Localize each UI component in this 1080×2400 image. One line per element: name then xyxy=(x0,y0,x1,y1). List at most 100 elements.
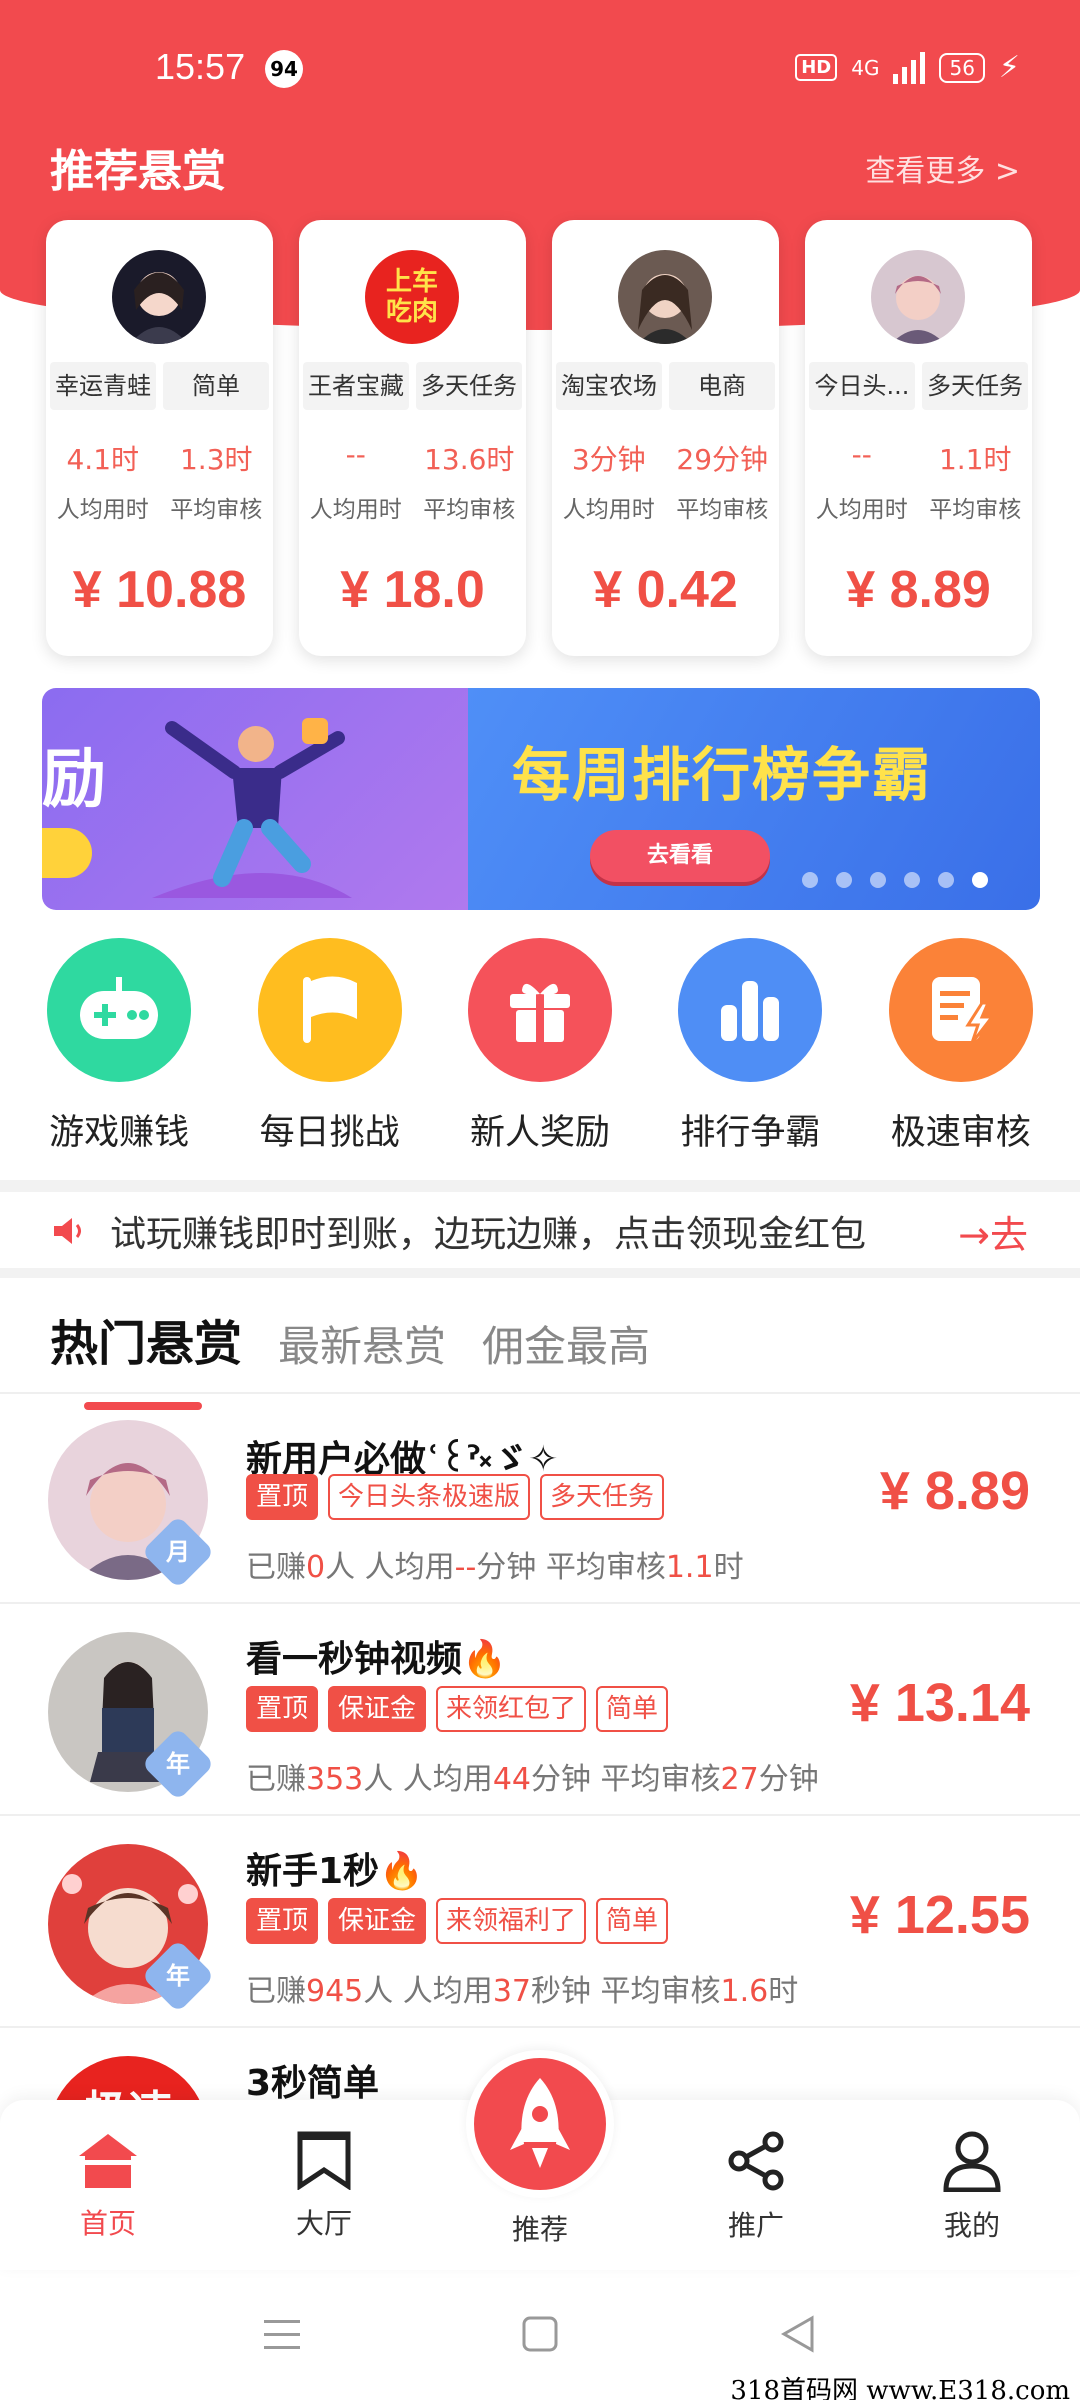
nav-label: 推广 xyxy=(727,2209,784,2242)
avg-review-label: 平均审核 xyxy=(170,497,263,523)
home-icon xyxy=(79,2134,137,2188)
card-price: ¥ 18.0 xyxy=(340,561,485,619)
banner-go-button[interactable]: 去看看 xyxy=(590,830,770,882)
quick-action-label: 排行争霸 xyxy=(680,1113,821,1153)
quick-action-daily[interactable]: 每日挑战 xyxy=(230,938,430,1155)
quick-action-circle xyxy=(467,938,612,1082)
avg-review-label: 平均审核 xyxy=(423,497,516,523)
banner-left-button xyxy=(42,828,92,878)
banner-left-text: 励 xyxy=(42,743,106,817)
task-tag: 今日头条极速版 xyxy=(328,1474,531,1520)
status-bar: 15:57 94 HD 4G 56 ⚡ xyxy=(0,0,1080,135)
nav-recommend-label: 推荐 xyxy=(511,2213,568,2246)
quick-action-game[interactable]: 游戏赚钱 xyxy=(19,938,219,1155)
card-price: ¥ 0.42 xyxy=(593,561,738,619)
reward-card[interactable]: 上车吃肉 王者宝藏 多天任务 -- 人均用时 13.6时 平均审核 ¥ 18.0 xyxy=(299,220,526,656)
avg-review-value: 13.6时 xyxy=(424,443,515,476)
task-stats: 已赚353人 人均用44分钟 平均审核27分钟 xyxy=(246,1762,819,1797)
signal-icon xyxy=(893,51,926,84)
battery-icon: 56 xyxy=(939,52,985,83)
quick-action-newbie[interactable]: 新人奖励 xyxy=(440,938,640,1155)
task-row[interactable]: 年 看一秒钟视频🔥 置顶 保证金 来领红包了 简单 已赚353人 人均用44分钟… xyxy=(0,1606,1080,1816)
reward-card[interactable]: 今日头... 多天任务 -- 人均用时 1.1时 平均审核 ¥ 8.89 xyxy=(805,220,1032,656)
avg-review-value: 1.3时 xyxy=(179,443,253,476)
avg-time-value: 4.1时 xyxy=(66,443,140,476)
task-tag: 置顶 xyxy=(246,1898,319,1944)
nav-mine[interactable]: 我的 xyxy=(902,2130,1042,2244)
tab-highest-commission[interactable]: 佣金最高 xyxy=(482,1313,650,1374)
card-price: ¥ 10.88 xyxy=(72,561,247,619)
task-tag: 保证金 xyxy=(328,1686,427,1732)
task-tag: 置顶 xyxy=(246,1686,319,1732)
back-icon[interactable] xyxy=(778,2314,818,2354)
banner-slide-previous: 励 xyxy=(42,688,468,910)
quick-action-circle xyxy=(257,938,402,1082)
fast-review-icon xyxy=(931,977,995,1044)
task-stats: 已赚0人 人均用--分钟 平均审核1.1时 xyxy=(246,1550,744,1585)
avg-time-label: 人均用时 xyxy=(309,497,402,523)
home-square-icon[interactable] xyxy=(520,2314,560,2354)
charging-icon: ⚡ xyxy=(998,50,1020,85)
rocket-icon xyxy=(510,2078,570,2168)
gift-icon xyxy=(509,983,570,1042)
card-tag-type: 电商 xyxy=(669,362,775,410)
nav-label: 大厅 xyxy=(295,2207,352,2240)
user-icon xyxy=(943,2131,1001,2193)
quick-action-fast-review[interactable]: 极速审核 xyxy=(861,938,1061,1155)
task-stats: 已赚945人 人均用37秒钟 平均审核1.6时 xyxy=(246,1974,799,2009)
task-row[interactable]: 月 新用户必做ʿ꒰ˀ༝ゞ✧ 置顶 今日头条极速版 多天任务 已赚0人 人均用--… xyxy=(0,1394,1080,1604)
task-tag: 来领红包了 xyxy=(436,1686,587,1732)
banner-pagination xyxy=(802,872,988,888)
reward-card[interactable]: 幸运青蛙 简单 4.1时 人均用时 1.3时 平均审核 ¥ 10.88 xyxy=(46,220,273,656)
tab-hot[interactable]: 热门悬赏 xyxy=(50,1304,242,1410)
nav-hall[interactable]: 大厅 xyxy=(254,2130,394,2242)
share-icon xyxy=(728,2131,784,2191)
quick-actions: 游戏赚钱 每日挑战 新人奖励 排行争霸 极速审核 xyxy=(0,938,1080,1155)
card-tag-type: 多天任务 xyxy=(416,362,522,410)
hall-bookmark-icon xyxy=(297,2131,351,2191)
tab-latest[interactable]: 最新悬赏 xyxy=(278,1313,446,1374)
card-tag-app: 淘宝农场 xyxy=(556,362,662,410)
banner-title: 每周排行榜争霸 xyxy=(512,741,933,809)
notice-text: 试玩赚钱即时到账，边玩边赚，点击领现金红包 xyxy=(110,1214,867,1255)
status-time: 15:57 xyxy=(155,46,246,87)
task-row[interactable]: 年 新手1秒🔥 置顶 保证金 来领福利了 简单 已赚945人 人均用37秒钟 平… xyxy=(0,1818,1080,2028)
task-tag: 简单 xyxy=(596,1898,669,1944)
quick-action-ranking[interactable]: 排行争霸 xyxy=(650,938,850,1155)
task-title: 3秒简单 xyxy=(246,2063,380,2104)
notice-bar[interactable]: 试玩赚钱即时到账，边玩边赚，点击领现金红包 →去 xyxy=(0,1196,1080,1266)
nav-recommend-button[interactable] xyxy=(466,2050,614,2198)
card-tag-app: 王者宝藏 xyxy=(303,362,409,410)
card-tag-app: 今日头... xyxy=(809,362,915,410)
jumping-person-illustration xyxy=(152,718,352,898)
avatar: 上车吃肉 xyxy=(365,250,459,344)
quick-action-label: 游戏赚钱 xyxy=(49,1113,190,1153)
nav-home[interactable]: 首页 xyxy=(38,2130,178,2242)
card-price: ¥ 8.89 xyxy=(846,561,991,619)
avg-review-value: 1.1时 xyxy=(938,443,1012,476)
card-tag-type: 简单 xyxy=(163,362,269,410)
view-more-link[interactable]: 查看更多 > xyxy=(865,146,1020,190)
status-icons: HD 4G 56 ⚡ xyxy=(795,50,1020,85)
avg-time-label: 人均用时 xyxy=(56,497,149,523)
task-tag: 置顶 xyxy=(246,1474,319,1520)
avatar-text: 上车吃肉 xyxy=(385,267,438,327)
quick-action-circle xyxy=(888,938,1033,1082)
reward-card[interactable]: 淘宝农场 电商 3分钟 人均用时 29分钟 平均审核 ¥ 0.42 xyxy=(552,220,779,656)
hd-icon: HD xyxy=(795,54,838,81)
avg-time-label: 人均用时 xyxy=(562,497,655,523)
avatar xyxy=(112,250,206,344)
recommended-title: 推荐悬赏 xyxy=(50,146,226,197)
promo-banner[interactable]: 励 每周排行榜争霸 去看看 xyxy=(42,688,1040,910)
task-tag: 保证金 xyxy=(328,1898,427,1944)
task-price: ¥ 13.14 xyxy=(849,1673,1030,1733)
menu-icon[interactable] xyxy=(260,2314,304,2354)
watermark: 318首码网 www.E318.com xyxy=(730,2376,1070,2400)
section-divider xyxy=(0,1268,1080,1278)
quick-action-label: 每日挑战 xyxy=(259,1113,400,1153)
card-tag-type: 多天任务 xyxy=(922,362,1028,410)
quick-action-label: 极速审核 xyxy=(890,1113,1031,1153)
nav-label: 我的 xyxy=(943,2209,1000,2242)
nav-promote[interactable]: 推广 xyxy=(686,2130,826,2244)
notice-go-link[interactable]: →去 xyxy=(958,1204,1028,1259)
